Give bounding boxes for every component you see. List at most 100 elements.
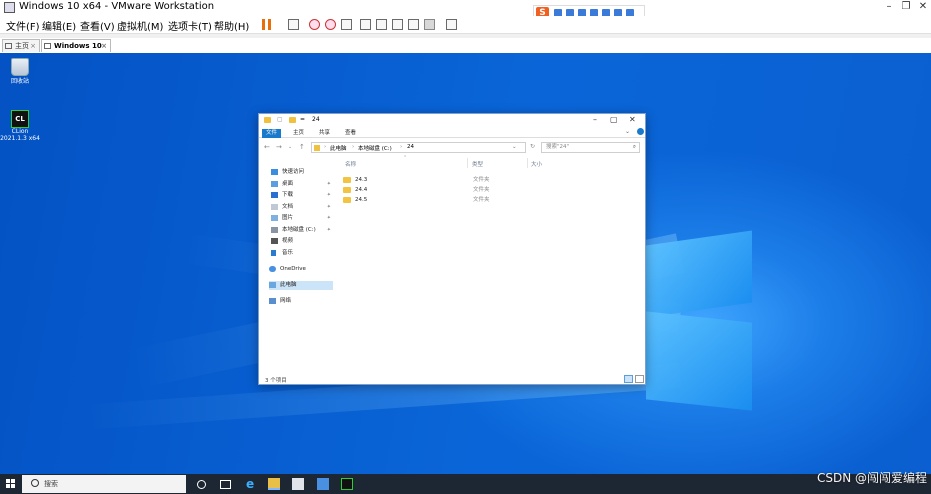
address-bar[interactable]: › 此电脑 › 本地磁盘 (C:) › 24 ⌄ (311, 142, 526, 153)
sidebar-item-local-disk[interactable]: 本地磁盘 (C:) ✦ (271, 226, 335, 235)
edge-icon[interactable]: e (246, 478, 258, 490)
tab-windows10[interactable]: Windows 10 x64 × (41, 39, 111, 63)
tab-home[interactable]: 主页 × (2, 39, 40, 52)
menu-file[interactable]: 文件(F) (6, 18, 40, 33)
explorer-title: 24 (312, 116, 320, 123)
file-explorer-icon[interactable] (268, 478, 280, 490)
large-icons-view-icon[interactable] (635, 375, 644, 383)
pause-icon[interactable] (262, 19, 271, 30)
cortana-icon[interactable] (197, 480, 206, 489)
pin-icon: ✦ (326, 192, 331, 198)
desktop-icon-recycle-bin[interactable]: 回收站 (0, 58, 40, 85)
sidebar-item-network[interactable]: 网络 (269, 297, 333, 306)
sidebar-item-desktop[interactable]: 桌面 ✦ (271, 180, 335, 189)
sidebar-item-pictures[interactable]: 图片 ✦ (271, 214, 335, 223)
library-icon[interactable] (360, 19, 371, 30)
full-screen-icon[interactable] (392, 19, 403, 30)
thumbnail-icon[interactable] (376, 19, 387, 30)
sidebar-item-label: 此电脑 (280, 282, 297, 288)
sidebar-item-label: 视频 (282, 238, 294, 244)
file-row[interactable]: 24.5 文件夹 (343, 196, 643, 205)
computer-icon (269, 282, 276, 288)
mail-icon[interactable] (317, 478, 329, 490)
details-view-icon[interactable] (624, 375, 633, 383)
windows-logo-pane (646, 230, 752, 318)
search-input[interactable]: 搜索"24" ⌕ (541, 142, 640, 153)
menu-edit[interactable]: 编辑(E) (42, 18, 76, 33)
close-button[interactable]: ✕ (917, 1, 929, 13)
windows-start-icon (11, 484, 15, 488)
file-row[interactable]: 24.3 文件夹 (343, 176, 643, 185)
pin-icon: ✦ (326, 204, 331, 210)
file-row[interactable]: 24.4 文件夹 (343, 186, 643, 195)
taskbar-search-box[interactable]: 搜索 (22, 475, 186, 493)
menu-help[interactable]: 帮助(H) (214, 18, 249, 33)
restore-button[interactable]: ❐ (900, 1, 912, 13)
file-explorer-window[interactable]: ▢ = 24 – ▢ ✕ 文件 主页 共享 查看 ⌄ ← → ⌄ ↑ › 此电脑… (258, 113, 646, 385)
sidebar-item-label: 网络 (280, 298, 292, 304)
music-icon (271, 250, 276, 256)
refresh-icon[interactable]: ↻ (530, 143, 535, 150)
menu-bar: 文件(F) 编辑(E) 查看(V) 虚拟机(M) 选项卡(T) 帮助(H) (0, 16, 931, 34)
sidebar-item-onedrive[interactable]: OneDrive (269, 265, 333, 274)
breadcrumb-this-pc[interactable]: 此电脑 (330, 144, 347, 152)
column-header-type[interactable]: 类型 (472, 160, 483, 168)
unity-icon[interactable] (408, 19, 419, 30)
stretch-guest-icon[interactable] (446, 19, 457, 30)
store-icon[interactable] (292, 478, 304, 490)
status-bar-text: 3 个项目 (265, 378, 287, 384)
menu-vm[interactable]: 虚拟机(M) (117, 18, 163, 33)
desktop-icon-clion[interactable]: CL CLion 2021.1.3 x64 (0, 110, 40, 142)
vm-tab-strip: 主页 × Windows 10 x64 × (0, 38, 931, 63)
clion-taskbar-icon[interactable] (341, 478, 353, 490)
ribbon-tab-home[interactable]: 主页 (289, 129, 308, 138)
tab-close-icon[interactable]: × (101, 40, 107, 53)
menu-tabs[interactable]: 选项卡(T) (168, 18, 212, 33)
sidebar-item-downloads[interactable]: 下载 ✦ (271, 191, 335, 200)
breadcrumb-local-disk[interactable]: 本地磁盘 (C:) (358, 144, 392, 152)
sidebar-item-documents[interactable]: 文档 ✦ (271, 203, 335, 212)
file-name: 24.5 (355, 197, 368, 203)
column-header-size[interactable]: 大小 (531, 160, 542, 168)
sidebar-item-music[interactable]: 音乐 (271, 249, 335, 258)
column-divider[interactable] (527, 158, 528, 168)
search-icon: ⌕ (632, 144, 636, 150)
folder-icon (314, 145, 320, 151)
sidebar-item-quick-access[interactable]: 快速访问 (271, 168, 335, 177)
quick-access-toolbar-icon[interactable]: ▢ (277, 116, 283, 123)
sidebar-item-videos[interactable]: 视频 (271, 237, 335, 246)
sidebar-item-label: 文档 (282, 204, 294, 210)
start-button[interactable] (6, 479, 16, 489)
back-icon[interactable]: ← (264, 143, 270, 151)
snapshot-manager-icon[interactable] (341, 19, 352, 30)
ribbon-expand-icon[interactable]: ⌄ (625, 128, 630, 135)
breadcrumb-current[interactable]: 24 (407, 144, 414, 150)
explorer-minimize-button[interactable]: – (593, 115, 597, 124)
explorer-maximize-button[interactable]: ▢ (610, 115, 618, 124)
explorer-close-button[interactable]: ✕ (629, 115, 636, 124)
sidebar-item-label: 桌面 (282, 181, 294, 187)
navigation-pane: 快速访问 桌面 ✦ 下载 ✦ 文档 ✦ 图片 ✦ 本地磁盘 (C:) ✦ 视频 音乐 On… (259, 156, 336, 374)
send-ctrl-alt-del-icon[interactable] (288, 19, 299, 30)
help-icon[interactable] (637, 128, 644, 135)
ribbon-tab-view[interactable]: 查看 (341, 129, 360, 138)
sidebar-item-this-pc[interactable]: 此电脑 (269, 281, 333, 290)
up-icon[interactable]: ↑ (299, 143, 305, 151)
file-type: 文件夹 (473, 177, 490, 183)
task-view-icon[interactable] (220, 480, 231, 489)
vm-icon (44, 43, 51, 49)
column-divider[interactable] (467, 158, 468, 168)
address-dropdown-icon[interactable]: ⌄ (512, 144, 517, 150)
star-icon (271, 169, 278, 175)
minimize-button[interactable]: – (883, 1, 895, 13)
ribbon-tab-file[interactable]: 文件 (262, 129, 282, 138)
menu-view[interactable]: 查看(V) (80, 18, 115, 33)
column-header-name[interactable]: 名称 (345, 160, 356, 168)
snapshot-icon[interactable] (309, 19, 320, 30)
forward-icon[interactable]: → (276, 143, 282, 151)
revert-snapshot-icon[interactable] (325, 19, 336, 30)
console-view-icon[interactable] (424, 19, 435, 30)
recent-locations-icon[interactable]: ⌄ (288, 144, 292, 150)
ribbon-tab-share[interactable]: 共享 (315, 129, 334, 138)
tab-close-icon[interactable]: × (30, 40, 36, 53)
